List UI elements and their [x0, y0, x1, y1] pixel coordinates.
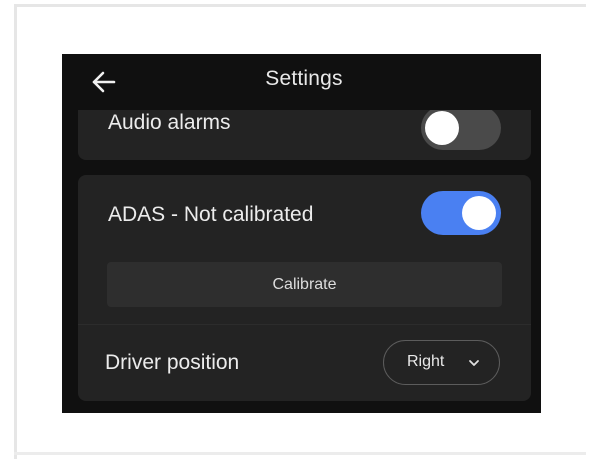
driver-position-label: Driver position — [105, 351, 240, 374]
app-header: Settings — [62, 54, 541, 110]
driver-position-select[interactable]: Right — [383, 340, 500, 385]
divider — [78, 324, 531, 325]
frame-bottom-border — [14, 452, 586, 455]
toggle-knob — [425, 111, 459, 145]
adas-card: ADAS - Not calibrated Calibrate Driver p… — [78, 175, 531, 401]
frame-top-border — [14, 4, 586, 7]
settings-screen: Settings Audio alarms ADAS - Not calibra… — [62, 54, 541, 413]
adas-toggle[interactable] — [421, 191, 501, 235]
driver-position-value: Right — [407, 353, 445, 370]
chevron-down-icon — [469, 360, 479, 366]
calibrate-button[interactable]: Calibrate — [107, 262, 502, 307]
frame-left-border — [14, 4, 17, 459]
audio-alarms-label: Audio alarms — [108, 111, 231, 134]
toggle-knob — [462, 196, 496, 230]
audio-alarms-toggle[interactable] — [421, 106, 501, 150]
adas-label: ADAS - Not calibrated — [108, 203, 314, 226]
page-title: Settings — [265, 67, 343, 90]
